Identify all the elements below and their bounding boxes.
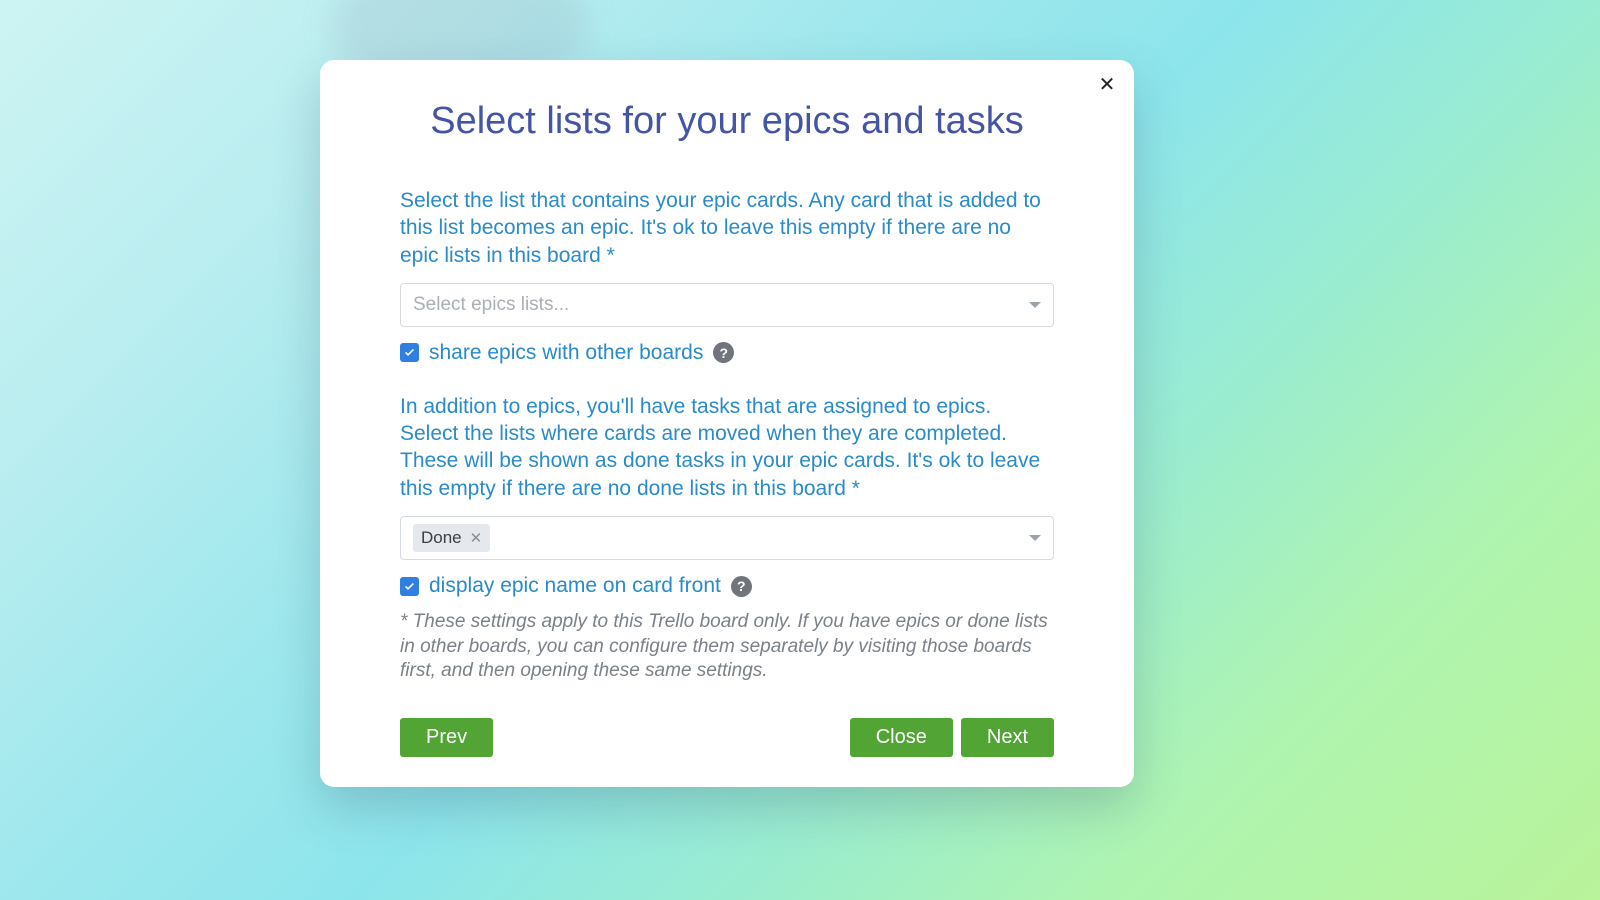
button-row: Prev Close Next xyxy=(400,718,1054,757)
modal-select-lists: ✕ Select lists for your epics and tasks … xyxy=(320,60,1134,787)
done-lists-select[interactable]: Done ✕ xyxy=(400,516,1054,560)
help-icon[interactable]: ? xyxy=(713,342,734,363)
share-epics-label: share epics with other boards xyxy=(429,341,703,365)
footnote-text: * These settings apply to this Trello bo… xyxy=(400,610,1054,684)
display-name-row: display epic name on card front ? xyxy=(400,574,1054,598)
right-buttons: Close Next xyxy=(850,718,1054,757)
display-name-label: display epic name on card front xyxy=(429,574,721,598)
modal-title: Select lists for your epics and tasks xyxy=(400,100,1054,143)
done-tag-chip: Done ✕ xyxy=(413,524,490,552)
help-icon[interactable]: ? xyxy=(731,576,752,597)
done-tag-label: Done xyxy=(421,528,462,548)
done-list-label: In addition to epics, you'll have tasks … xyxy=(400,393,1054,502)
next-button[interactable]: Next xyxy=(961,718,1054,757)
remove-tag-icon[interactable]: ✕ xyxy=(470,531,483,546)
prev-button[interactable]: Prev xyxy=(400,718,493,757)
chevron-down-icon xyxy=(1029,302,1041,308)
chevron-down-icon xyxy=(1029,535,1041,541)
share-epics-checkbox[interactable] xyxy=(400,343,419,362)
epic-lists-select[interactable]: Select epics lists... xyxy=(400,283,1054,327)
epic-lists-placeholder: Select epics lists... xyxy=(413,294,569,316)
share-epics-row: share epics with other boards ? xyxy=(400,341,1054,365)
close-icon[interactable]: ✕ xyxy=(1096,74,1118,96)
close-button[interactable]: Close xyxy=(850,718,953,757)
epic-list-label: Select the list that contains your epic … xyxy=(400,187,1054,269)
display-name-checkbox[interactable] xyxy=(400,577,419,596)
